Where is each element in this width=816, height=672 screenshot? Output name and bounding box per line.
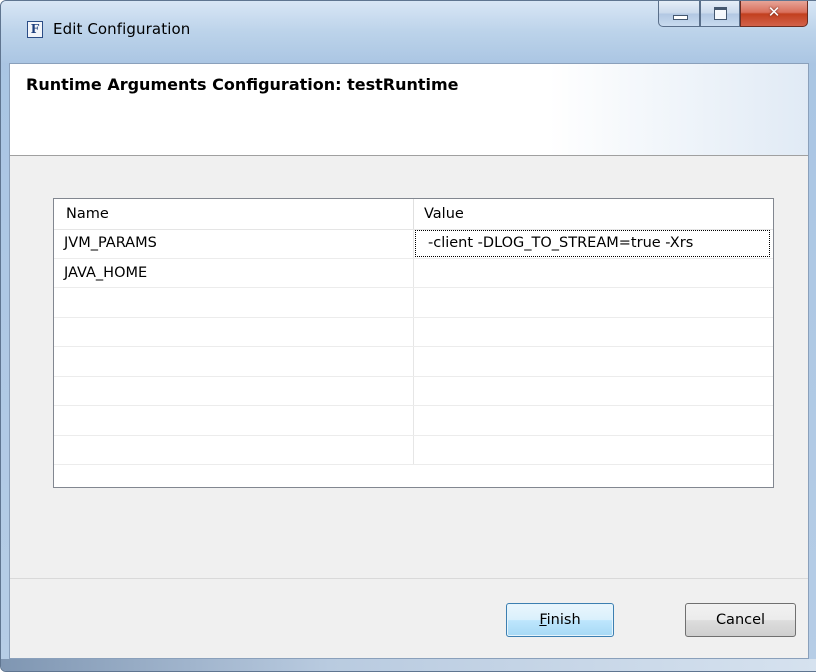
maximize-button[interactable] — [700, 1, 740, 27]
cell-name — [54, 347, 414, 376]
cell-name — [54, 406, 414, 435]
column-header-name[interactable]: Name — [54, 199, 414, 229]
cell-value[interactable] — [414, 259, 771, 288]
cell-value — [414, 377, 771, 406]
table-row — [54, 288, 773, 318]
close-button[interactable]: ✕ — [740, 1, 808, 27]
cell-name — [54, 376, 414, 405]
table-row — [54, 347, 773, 377]
table-body: JVM_PARAMS -client -DLOG_TO_STREAM=true … — [54, 229, 773, 465]
cell-value — [414, 406, 771, 435]
table-row[interactable]: JAVA_HOME — [54, 258, 773, 288]
minimize-icon — [673, 15, 688, 20]
table-row — [54, 376, 773, 406]
table-row — [54, 406, 773, 436]
cell-name[interactable]: JVM_PARAMS — [54, 229, 414, 258]
cell-value — [414, 288, 771, 317]
window-bottom-border — [1, 659, 816, 671]
table-row[interactable]: JVM_PARAMS -client -DLOG_TO_STREAM=true … — [54, 229, 773, 259]
table-header: Name Value — [54, 199, 773, 230]
app-icon: F — [27, 21, 43, 38]
table-row — [54, 435, 773, 465]
dialog-window: F Edit Configuration ✕ Runtime Arguments… — [0, 0, 816, 672]
cell-value — [414, 436, 771, 465]
dialog-header: Runtime Arguments Configuration: testRun… — [10, 64, 808, 156]
cell-name — [54, 288, 414, 317]
finish-button[interactable]: Finish — [506, 603, 614, 637]
column-header-value[interactable]: Value — [414, 199, 771, 229]
cell-value — [414, 347, 771, 376]
arguments-table[interactable]: Name Value JVM_PARAMS -client -DLOG_TO_S… — [53, 198, 774, 488]
cancel-button[interactable]: Cancel — [685, 603, 796, 637]
finish-label: inish — [546, 612, 581, 628]
close-icon: ✕ — [767, 3, 781, 21]
title-bar[interactable]: F Edit Configuration ✕ — [1, 1, 816, 63]
window-title: Edit Configuration — [53, 20, 191, 38]
table-row — [54, 317, 773, 347]
cell-value — [414, 318, 771, 347]
minimize-button[interactable] — [658, 1, 700, 27]
cell-name[interactable]: JAVA_HOME — [54, 258, 414, 287]
maximize-icon — [714, 7, 727, 20]
dialog-body: Runtime Arguments Configuration: testRun… — [9, 63, 809, 659]
footer-divider — [10, 578, 808, 579]
cell-value-editor[interactable]: -client -DLOG_TO_STREAM=true -Xrs — [414, 229, 771, 258]
page-title: Runtime Arguments Configuration: testRun… — [26, 75, 459, 94]
cell-name — [54, 317, 414, 346]
cell-name — [54, 435, 414, 464]
finish-accelerator: F — [539, 612, 547, 628]
